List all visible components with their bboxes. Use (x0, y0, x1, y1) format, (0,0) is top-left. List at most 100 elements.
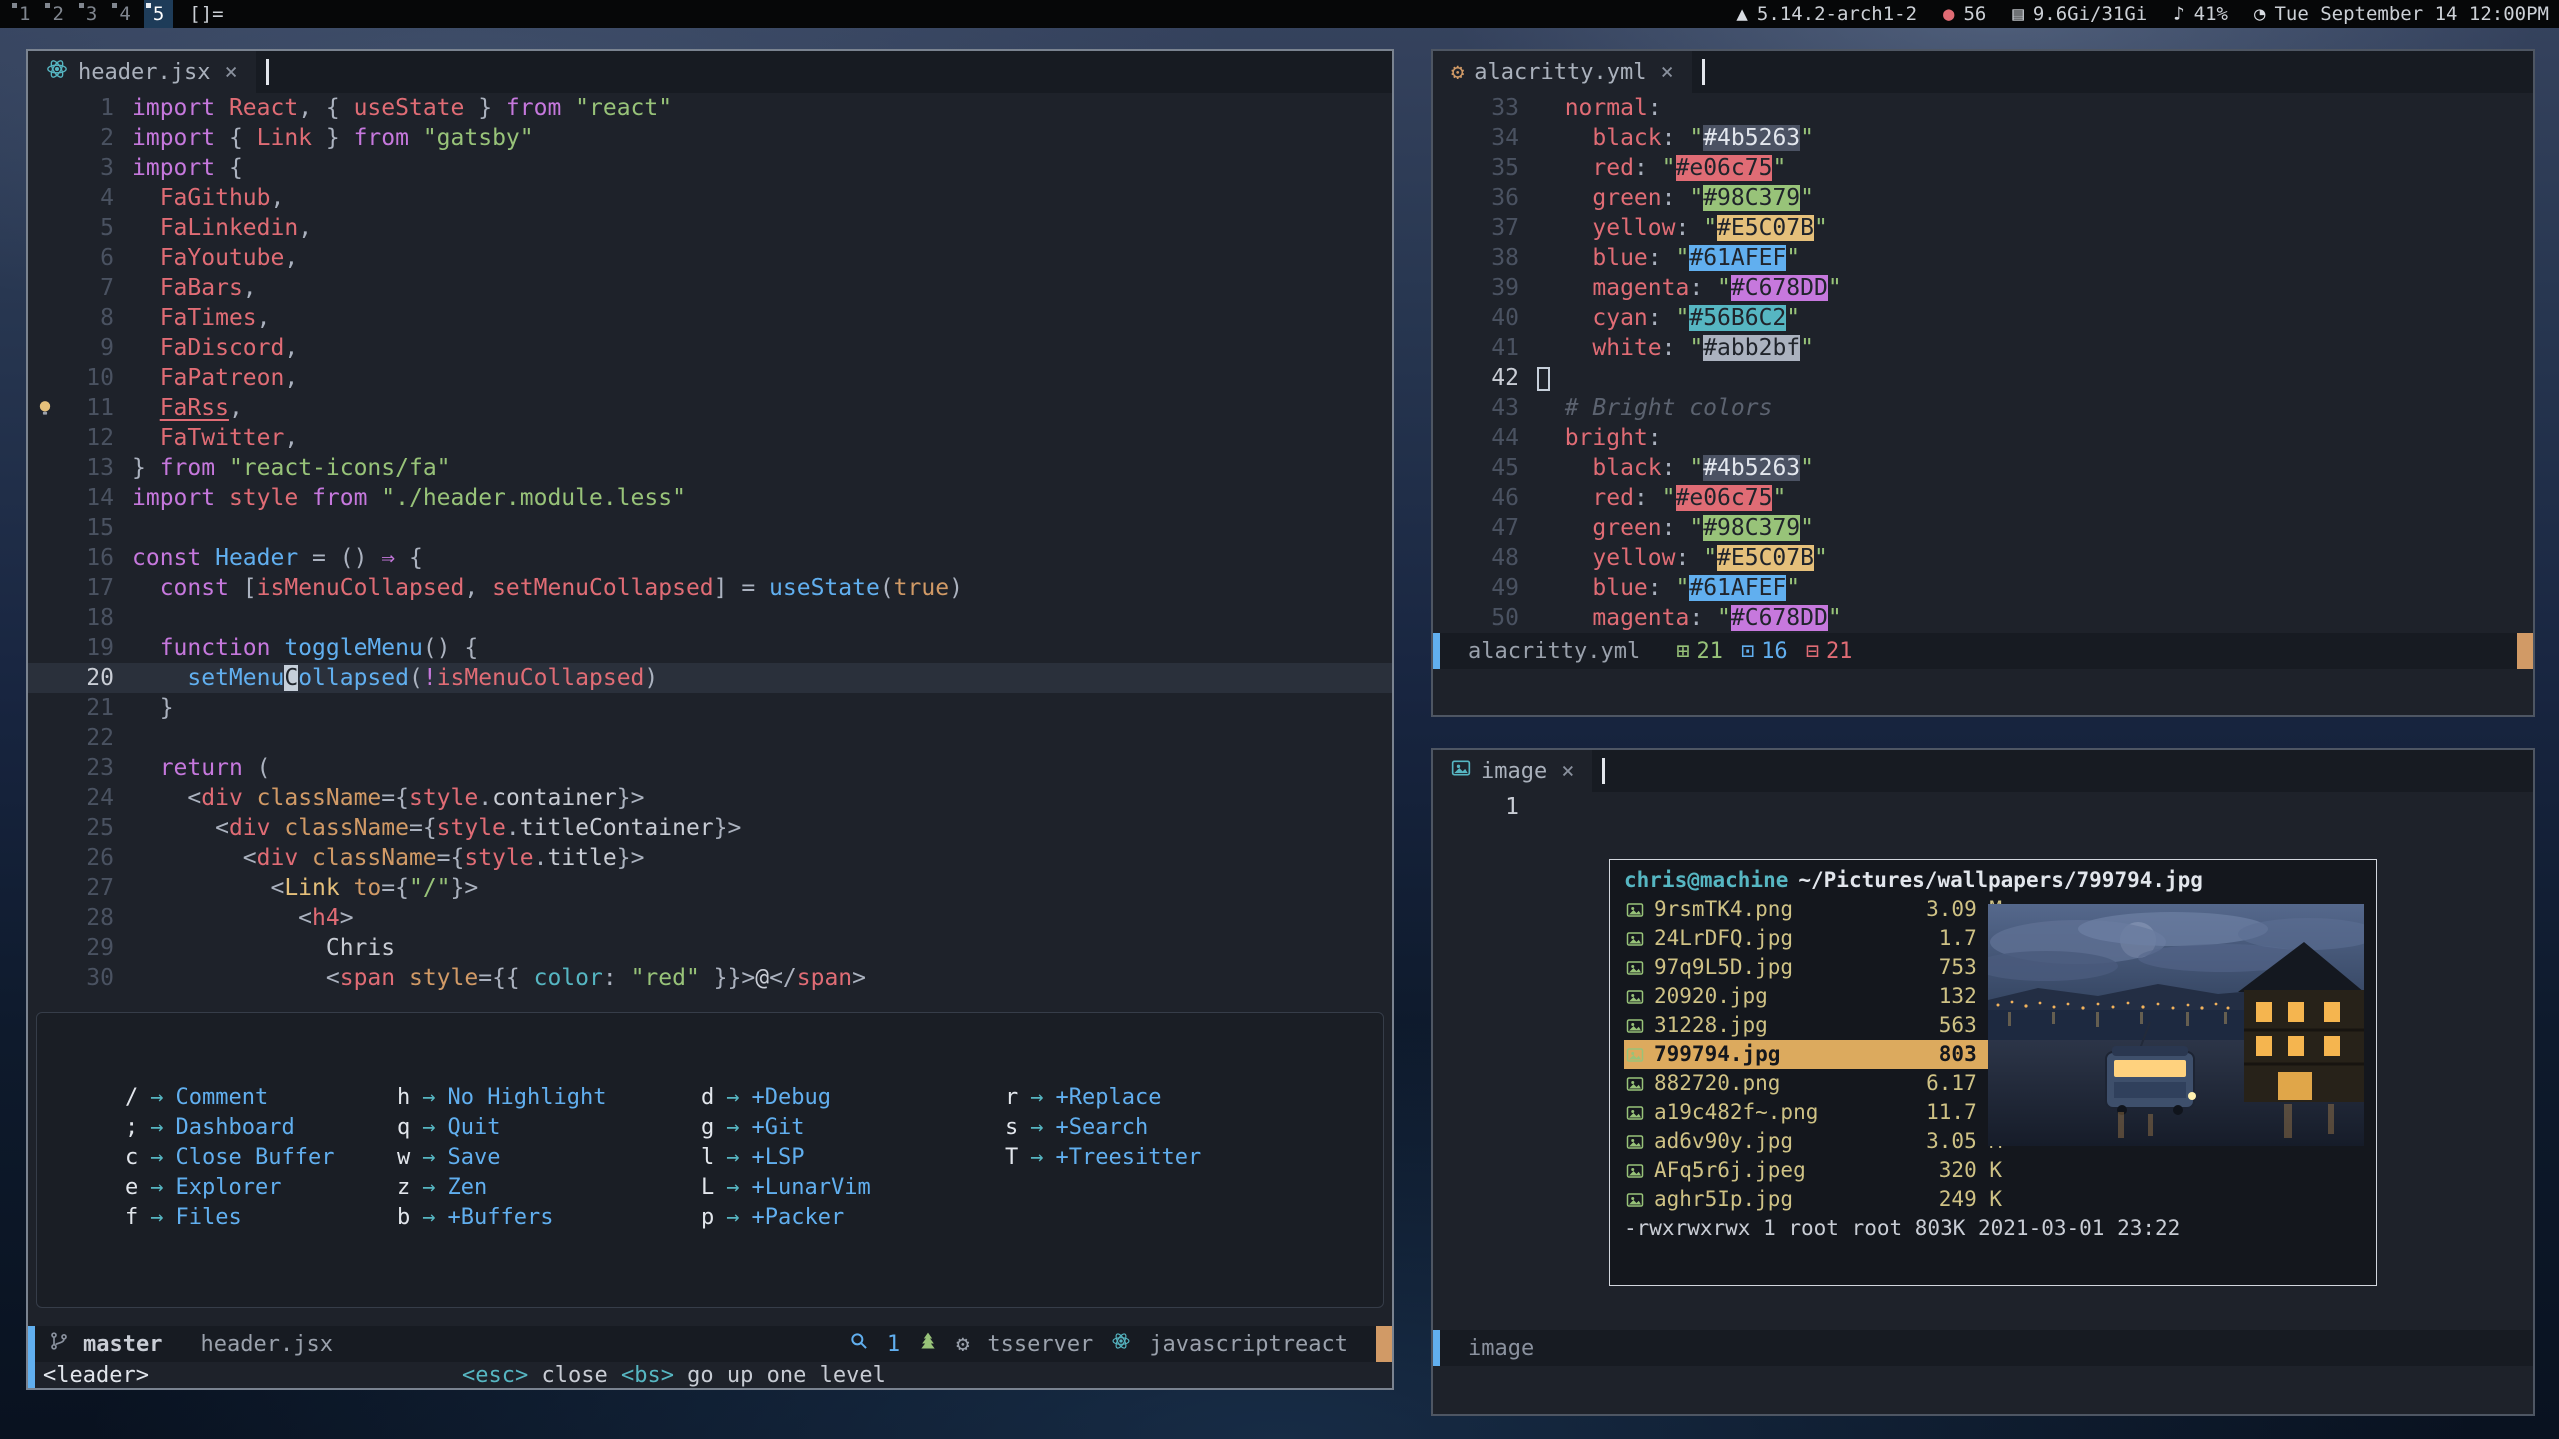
client-indicator (45, 3, 50, 8)
code-line[interactable]: 26 <div className={style.title}> (28, 843, 1392, 873)
code-line[interactable]: 38 blue: "#61AFEF" (1433, 243, 2533, 273)
code-line[interactable]: 24 <div className={style.container}> (28, 783, 1392, 813)
which-key-entry[interactable]: d→+Debug (701, 1083, 1005, 1113)
which-key-entry[interactable]: w→Save (397, 1143, 701, 1173)
code-line[interactable]: 7 FaBars, (28, 273, 1392, 303)
code-line[interactable]: 13} from "react-icons/fa" (28, 453, 1392, 483)
code-line[interactable]: 2import { Link } from "gatsby" (28, 123, 1392, 153)
code-line[interactable]: 45 black: "#4b5263" (1433, 453, 2533, 483)
window-image: image × 1 chris@machine ~/Pictures/wallp… (1431, 748, 2535, 1416)
code-line[interactable]: 1import React, { useState } from "react" (28, 93, 1392, 123)
module-kernel: ▲5.14.2-arch1-2 (1736, 3, 1917, 25)
line-number: 14 (62, 483, 114, 513)
code-line[interactable]: 22 (28, 723, 1392, 753)
close-icon[interactable]: × (224, 60, 237, 85)
which-key-entry[interactable]: g→+Git (701, 1113, 1005, 1143)
code-line[interactable]: 33 normal: (1433, 93, 2533, 123)
file-row[interactable]: 20920.jpg132 K (1624, 982, 2002, 1011)
file-row[interactable]: 97q9L5D.jpg753 K (1624, 953, 2002, 982)
which-key-entry[interactable]: b→+Buffers (397, 1203, 701, 1233)
code-line[interactable]: 50 magenta: "#C678DD" (1433, 603, 2533, 633)
code-line[interactable]: 37 yellow: "#E5C07B" (1433, 213, 2533, 243)
file-row[interactable]: 799794.jpg803 K (1624, 1040, 2002, 1069)
file-row[interactable]: aghr5Ip.jpg249 K (1624, 1185, 2002, 1214)
code-line[interactable]: 49 blue: "#61AFEF" (1433, 573, 2533, 603)
file-row[interactable]: ad6v90y.jpg3.05 M (1624, 1127, 2002, 1156)
file-row[interactable]: 9rsmTK4.png3.09 M (1624, 895, 2002, 924)
code-line[interactable]: 19 function toggleMenu() { (28, 633, 1392, 663)
tab-header-jsx[interactable]: header.jsx × (28, 51, 256, 93)
workspace-tag-1[interactable]: 1 (10, 0, 39, 28)
code-line[interactable]: 1 (1433, 792, 2533, 822)
which-key-entry[interactable]: L→+LunarVim (701, 1173, 1005, 1203)
code-line[interactable]: 46 red: "#e06c75" (1433, 483, 2533, 513)
code-line[interactable]: 36 green: "#98C379" (1433, 183, 2533, 213)
which-key-entry[interactable]: r→+Replace (1005, 1083, 1161, 1113)
code-line[interactable]: 10 FaPatreon, (28, 363, 1392, 393)
code-line[interactable]: 21 } (28, 693, 1392, 723)
which-key-entry[interactable]: T→+Treesitter (1005, 1143, 1201, 1173)
command-line[interactable]: <leader> <esc> close <bs> go up one leve… (28, 1362, 1392, 1388)
file-row[interactable]: 882720.png6.17 M (1624, 1069, 2002, 1098)
file-row[interactable]: 24LrDFQ.jpg1.7 M (1624, 924, 2002, 953)
code-line[interactable]: 35 red: "#e06c75" (1433, 153, 2533, 183)
which-key-entry[interactable]: e→Explorer (125, 1173, 397, 1203)
file-row[interactable]: AFq5r6j.jpeg320 K (1624, 1156, 2002, 1185)
tab-alacritty-yml[interactable]: ⚙ alacritty.yml × (1433, 51, 1692, 93)
code-line[interactable]: 3import { (28, 153, 1392, 183)
code-line[interactable]: 6 FaYoutube, (28, 243, 1392, 273)
code-line[interactable]: 8 FaTimes, (28, 303, 1392, 333)
which-key-entry[interactable]: p→+Packer (701, 1203, 1005, 1233)
workspace-tag-3[interactable]: 3 (77, 0, 106, 28)
code-line[interactable]: 27 <Link to={"/"}> (28, 873, 1392, 903)
which-key-entry[interactable]: /→Comment (125, 1083, 397, 1113)
code-line[interactable]: 4 FaGithub, (28, 183, 1392, 213)
code-line[interactable]: 48 yellow: "#E5C07B" (1433, 543, 2533, 573)
code-line[interactable]: 44 bright: (1433, 423, 2533, 453)
close-icon[interactable]: × (1561, 759, 1574, 784)
lightbulb-icon[interactable] (28, 393, 62, 423)
which-key-entry[interactable]: h→No Highlight (397, 1083, 701, 1113)
file-row[interactable]: 31228.jpg563 K (1624, 1011, 2002, 1040)
which-key-entry[interactable]: c→Close Buffer (125, 1143, 397, 1173)
code-line[interactable]: 11 FaRss, (28, 393, 1392, 423)
code-line[interactable]: 9 FaDiscord, (28, 333, 1392, 363)
code-line[interactable]: 29 Chris (28, 933, 1392, 963)
code-line[interactable]: 30 <span style={{ color: "red" }}>@</spa… (28, 963, 1392, 993)
code-line[interactable]: 39 magenta: "#C678DD" (1433, 273, 2533, 303)
layout-indicator[interactable]: []= (189, 3, 223, 25)
which-key-entry[interactable]: q→Quit (397, 1113, 701, 1143)
which-key-entry[interactable]: ;→Dashboard (125, 1113, 397, 1143)
which-key-entry[interactable]: s→+Search (1005, 1113, 1148, 1143)
code-line[interactable]: 18 (28, 603, 1392, 633)
code-line[interactable]: 40 cyan: "#56B6C2" (1433, 303, 2533, 333)
code-buffer[interactable]: 1 chris@machine ~/Pictures/wallpapers/79… (1433, 792, 2533, 1330)
code-line[interactable]: 5 FaLinkedin, (28, 213, 1392, 243)
code-line[interactable]: 20 setMenuCollapsed(!isMenuCollapsed) (28, 663, 1392, 693)
code-line[interactable]: 34 black: "#4b5263" (1433, 123, 2533, 153)
code-line[interactable]: 25 <div className={style.titleContainer}… (28, 813, 1392, 843)
which-key-entry[interactable]: z→Zen (397, 1173, 701, 1203)
code-line[interactable]: 43 # Bright colors (1433, 393, 2533, 423)
code-line[interactable]: 16const Header = () ⇒ { (28, 543, 1392, 573)
code-line[interactable]: 41 white: "#abb2bf" (1433, 333, 2533, 363)
file-row[interactable]: a19c482f~.png11.7 M (1624, 1098, 2002, 1127)
which-key-entry[interactable]: f→Files (125, 1203, 397, 1233)
code-line[interactable]: 28 <h4> (28, 903, 1392, 933)
code-buffer[interactable]: 33 normal:34 black: "#4b5263"35 red: "#e… (1433, 93, 2533, 633)
which-key-entry[interactable]: l→+LSP (701, 1143, 1005, 1173)
tab-image[interactable]: image × (1433, 750, 1592, 792)
close-icon[interactable]: × (1660, 60, 1673, 85)
code-buffer[interactable]: 1import React, { useState } from "react"… (28, 93, 1392, 1326)
code-line[interactable]: 15 (28, 513, 1392, 543)
workspace-tag-2[interactable]: 2 (43, 0, 72, 28)
image-file-icon (1626, 1017, 1644, 1035)
workspace-tag-5[interactable]: 5 (144, 0, 173, 28)
code-line[interactable]: 23 return ( (28, 753, 1392, 783)
code-line[interactable]: 17 const [isMenuCollapsed, setMenuCollap… (28, 573, 1392, 603)
workspace-tag-4[interactable]: 4 (110, 0, 139, 28)
code-line[interactable]: 14import style from "./header.module.les… (28, 483, 1392, 513)
code-line[interactable]: 12 FaTwitter, (28, 423, 1392, 453)
code-line[interactable]: 47 green: "#98C379" (1433, 513, 2533, 543)
code-line[interactable]: 42 (1433, 363, 2533, 393)
